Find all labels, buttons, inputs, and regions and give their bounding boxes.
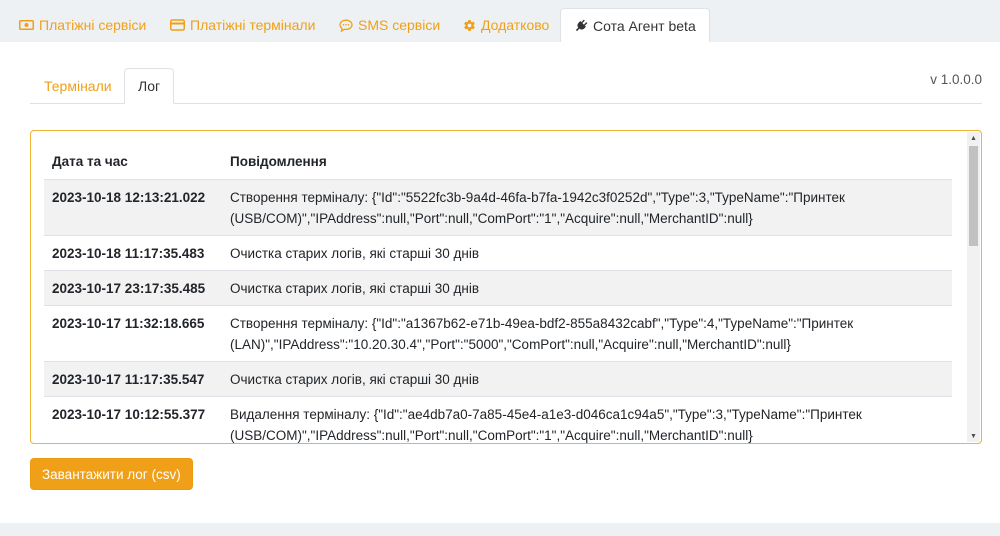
tab-sms-services-label: SMS сервіси: [358, 17, 441, 33]
scroll-up-arrow-icon[interactable]: ▲: [967, 132, 980, 144]
vertical-scrollbar[interactable]: ▲ ▼: [967, 132, 980, 442]
scroll-down-arrow-icon[interactable]: ▼: [967, 430, 980, 442]
tab-sota-agent-label: Сота Агент beta: [593, 17, 696, 34]
download-log-csv-button[interactable]: Завантажити лог (csv): [30, 458, 193, 490]
log-container: Дата та час Повідомлення 2023-10-18 12:1…: [30, 130, 982, 444]
log-datetime: 2023-10-18 12:13:21.022: [44, 179, 222, 236]
log-datetime: 2023-10-18 11:17:35.483: [44, 235, 222, 271]
log-scroll-area[interactable]: Дата та час Повідомлення 2023-10-18 12:1…: [31, 131, 967, 443]
sub-tab-bar: Термінали Лог: [30, 68, 982, 104]
log-message: Очистка старих логів, які старші 30 днів: [222, 270, 952, 306]
scrollbar-thumb[interactable]: [969, 146, 978, 246]
log-message: Створення терміналу: {"Id":"a1367b62-e71…: [222, 305, 952, 362]
log-datetime: 2023-10-17 23:17:35.485: [44, 270, 222, 306]
main-panel: Термінали Лог v 1.0.0.0 Дата та час Пові…: [0, 42, 1000, 523]
table-row: 2023-10-18 11:17:35.483 Очистка старих л…: [44, 235, 952, 271]
gear-icon: [463, 19, 476, 32]
chat-bubble-icon: [339, 19, 353, 32]
table-row: 2023-10-18 12:13:21.022 Створення термін…: [44, 179, 952, 236]
column-header-message: Повідомлення: [222, 144, 952, 180]
tab-additional[interactable]: Додатково: [463, 8, 549, 42]
tab-log[interactable]: Лог: [124, 68, 175, 104]
plug-icon: [574, 19, 588, 33]
table-row: 2023-10-17 23:17:35.485 Очистка старих л…: [44, 270, 952, 306]
tab-sms-services[interactable]: SMS сервіси: [339, 8, 440, 42]
table-row: 2023-10-17 10:12:55.377 Видалення термін…: [44, 396, 952, 443]
log-datetime: 2023-10-17 10:12:55.377: [44, 396, 222, 443]
tab-additional-label: Додатково: [481, 17, 550, 33]
log-message: Видалення терміналу: {"Id":"ae4db7a0-7a8…: [222, 396, 952, 443]
tab-terminals[interactable]: Термінали: [44, 68, 112, 103]
tab-payment-services-label: Платіжні сервіси: [39, 17, 147, 33]
log-message: Очистка старих логів, які старші 30 днів: [222, 361, 952, 397]
tab-payment-terminals-label: Платіжні термінали: [190, 17, 316, 33]
log-table: Дата та час Повідомлення 2023-10-18 12:1…: [44, 144, 952, 443]
column-header-datetime: Дата та час: [44, 144, 222, 180]
credit-card-icon: [170, 19, 185, 31]
log-datetime: 2023-10-17 11:32:18.665: [44, 305, 222, 362]
table-row: 2023-10-17 11:17:35.547 Очистка старих л…: [44, 361, 952, 397]
tab-payment-services[interactable]: Платіжні сервіси: [19, 8, 146, 42]
version-label: v 1.0.0.0: [930, 72, 982, 87]
log-message: Створення терміналу: {"Id":"5522fc3b-9a4…: [222, 179, 952, 236]
table-row: 2023-10-17 11:32:18.665 Створення термін…: [44, 305, 952, 362]
tab-sota-agent[interactable]: Сота Агент beta: [560, 8, 710, 43]
tab-payment-terminals[interactable]: Платіжні термінали: [170, 8, 315, 42]
log-message: Очистка старих логів, які старші 30 днів: [222, 235, 952, 271]
table-header-row: Дата та час Повідомлення: [44, 144, 952, 180]
log-datetime: 2023-10-17 11:17:35.547: [44, 361, 222, 397]
money-icon: [19, 19, 34, 31]
top-tab-bar: Платіжні сервіси Платіжні термінали SMS …: [0, 0, 1000, 43]
